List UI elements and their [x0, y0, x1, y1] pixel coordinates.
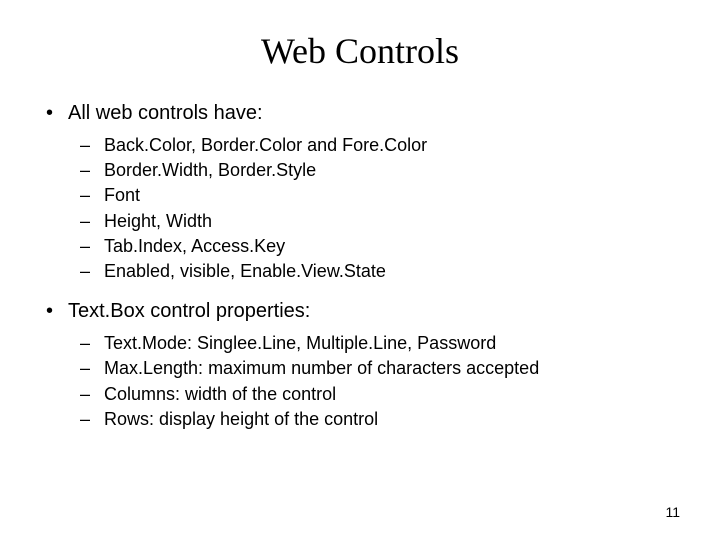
sublist-text: Height, Width [104, 209, 680, 234]
slide-title: Web Controls [40, 30, 680, 72]
sublist-item: – Tab.Index, Access.Key [78, 234, 680, 259]
page-number: 11 [665, 504, 680, 520]
bullet-text: Text.Box control properties: [68, 298, 680, 325]
dash-marker: – [78, 183, 104, 208]
sublist-text: Tab.Index, Access.Key [104, 234, 680, 259]
sublist-text: Rows: display height of the control [104, 407, 680, 432]
slide-content: • All web controls have: – Back.Color, B… [40, 100, 680, 432]
dash-marker: – [78, 209, 104, 234]
sublist-text: Font [104, 183, 680, 208]
sublist-text: Text.Mode: Singlee.Line, Multiple.Line, … [104, 331, 680, 356]
dash-marker: – [78, 259, 104, 284]
dash-marker: – [78, 234, 104, 259]
dash-marker: – [78, 382, 104, 407]
sublist-item: – Font [78, 183, 680, 208]
sublist-item: – Back.Color, Border.Color and Fore.Colo… [78, 133, 680, 158]
bullet-marker: • [40, 100, 68, 127]
sublist-item: – Rows: display height of the control [78, 407, 680, 432]
sublist-item: – Text.Mode: Singlee.Line, Multiple.Line… [78, 331, 680, 356]
dash-marker: – [78, 407, 104, 432]
bullet-item: • Text.Box control properties: [40, 298, 680, 325]
sublist-item: – Border.Width, Border.Style [78, 158, 680, 183]
sublist-text: Enabled, visible, Enable.View.State [104, 259, 680, 284]
bullet-text: All web controls have: [68, 100, 680, 127]
bullet-marker: • [40, 298, 68, 325]
dash-marker: – [78, 158, 104, 183]
sublist-item: – Columns: width of the control [78, 382, 680, 407]
sublist-text: Max.Length: maximum number of characters… [104, 356, 680, 381]
sublist-item: – Enabled, visible, Enable.View.State [78, 259, 680, 284]
sublist-text: Back.Color, Border.Color and Fore.Color [104, 133, 680, 158]
bullet-item: • All web controls have: [40, 100, 680, 127]
sublist: – Text.Mode: Singlee.Line, Multiple.Line… [78, 331, 680, 432]
dash-marker: – [78, 331, 104, 356]
sublist: – Back.Color, Border.Color and Fore.Colo… [78, 133, 680, 284]
sublist-text: Border.Width, Border.Style [104, 158, 680, 183]
sublist-item: – Height, Width [78, 209, 680, 234]
dash-marker: – [78, 133, 104, 158]
dash-marker: – [78, 356, 104, 381]
sublist-text: Columns: width of the control [104, 382, 680, 407]
sublist-item: – Max.Length: maximum number of characte… [78, 356, 680, 381]
